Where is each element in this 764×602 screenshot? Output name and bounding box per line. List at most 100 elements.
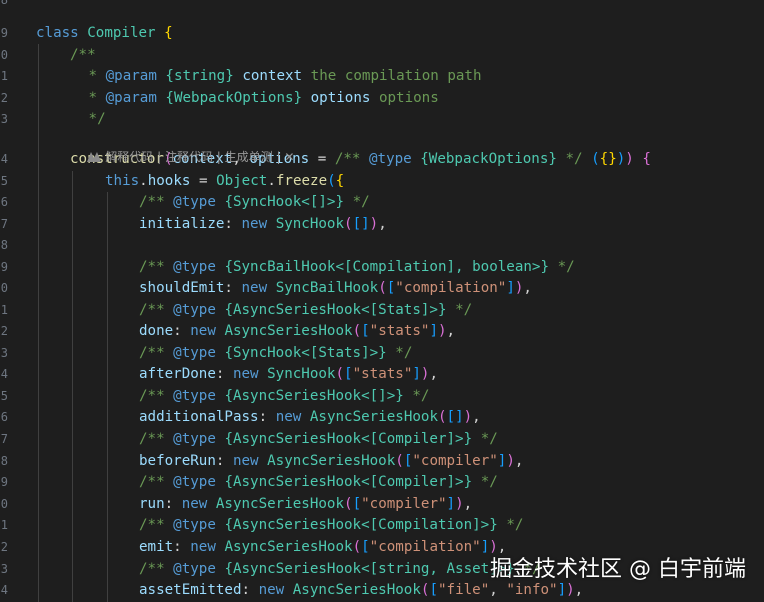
code-token: AsyncSeriesHook — [224, 323, 353, 339]
code-token: ) — [616, 151, 626, 167]
code-token: ] — [506, 280, 515, 296]
code-token: ( — [591, 151, 600, 167]
code-line[interactable]: initialize: new SyncHook([]), — [0, 213, 764, 235]
code-text: /** @type {SyncBailHook<[Compilation], b… — [139, 256, 575, 278]
code-token: ] — [446, 496, 456, 512]
code-line[interactable]: /** @type {AsyncSeriesHook<[Compilation]… — [0, 514, 764, 536]
code-token: [ — [429, 582, 438, 598]
code-token: /** — [334, 151, 369, 167]
code-token: {} — [599, 151, 617, 167]
code-token: [ — [352, 496, 362, 512]
code-line[interactable]: /** — [0, 44, 764, 66]
comment-code-link[interactable]: 注释代码 — [165, 150, 213, 164]
code-token: : — [215, 453, 233, 469]
code-token: beforeRun — [139, 453, 216, 469]
code-token: { — [642, 151, 651, 167]
code-token: @type — [173, 431, 216, 447]
code-line[interactable] — [0, 234, 764, 256]
generate-unit-test-link[interactable]: 生成单测 — [225, 150, 273, 164]
code-token: the compilation path — [302, 68, 482, 84]
code-token: @param — [105, 68, 157, 84]
code-token: , — [378, 216, 387, 232]
codelens-separator: | — [153, 150, 165, 164]
code-token: */ — [386, 345, 413, 361]
code-token: /** — [139, 302, 174, 318]
code-text: * @param {WebpackOptions} options option… — [80, 87, 439, 109]
code-line[interactable]: /** @type {AsyncSeriesHook<[Compiler]>} … — [0, 428, 764, 450]
code-token: : — [241, 582, 259, 598]
close-icon[interactable]: ✕ — [284, 150, 294, 164]
code-line[interactable]: /** @type {SyncHook<[]>} */ — [0, 191, 764, 213]
code-line[interactable]: * @param {WebpackOptions} options option… — [0, 87, 764, 109]
code-token: /** — [70, 47, 96, 63]
code-token: , — [472, 409, 481, 425]
code-token: { — [164, 25, 173, 41]
code-token: [ — [361, 539, 370, 555]
code-token: ) — [463, 409, 473, 425]
ai-codelens-bar: 解释代码 | 注释代码 | 生成单测 | ✕ — [72, 127, 294, 164]
code-token: */ — [344, 194, 370, 210]
code-token: : — [224, 216, 242, 232]
code-line[interactable]: /** @type {AsyncSeriesHook<[]>} */ — [0, 385, 764, 407]
code-token: /** — [139, 345, 174, 361]
code-token: "compilation" — [369, 539, 481, 555]
code-line[interactable]: done: new AsyncSeriesHook(["stats"]), — [0, 320, 764, 342]
code-token: : — [164, 496, 182, 512]
code-token: /** — [139, 388, 174, 404]
code-line[interactable]: this.hooks = Object.freeze({ — [0, 170, 764, 192]
code-text: * @param {string} context the compilatio… — [80, 65, 482, 87]
explain-code-link[interactable]: 解释代码 — [105, 150, 153, 164]
code-token: shouldEmit — [139, 280, 225, 296]
code-line[interactable]: /** @type {AsyncSeriesHook<[Compiler]>} … — [0, 471, 764, 493]
code-token: context — [242, 68, 303, 84]
code-line[interactable]: shouldEmit: new SyncBailHook(["compilati… — [0, 277, 764, 299]
code-token: [ — [361, 323, 370, 339]
code-token: ( — [327, 173, 336, 189]
code-token: */ — [497, 517, 524, 533]
code-line[interactable]: beforeRun: new AsyncSeriesHook(["compile… — [0, 450, 764, 472]
code-token: * — [80, 68, 106, 84]
code-token: AsyncSeriesHook — [215, 496, 345, 512]
code-text: shouldEmit: new SyncBailHook(["compilati… — [139, 277, 532, 299]
code-token: "compilation" — [395, 280, 507, 296]
code-line[interactable]: class Compiler { — [0, 22, 764, 44]
line-number: 8 — [0, 0, 8, 7]
code-token: {AsyncSeriesHook<[Compiler]>} — [224, 431, 473, 447]
code-line[interactable]: run: new AsyncSeriesHook(["compiler"]), — [0, 493, 764, 515]
code-line[interactable]: additionalPass: new AsyncSeriesHook([]), — [0, 406, 764, 428]
code-token: done — [139, 323, 174, 339]
code-token: @type — [173, 388, 216, 404]
code-token: @type — [173, 517, 216, 533]
code-text: /** @type {AsyncSeriesHook<[Compiler]>} … — [139, 471, 498, 493]
code-line[interactable]: /** @type {SyncHook<[Stats]>} */ — [0, 342, 764, 364]
code-token: */ — [80, 111, 106, 127]
code-token: ( — [437, 409, 447, 425]
codelens-logo-icon — [87, 152, 102, 162]
code-line[interactable]: /** @type {AsyncSeriesHook<[Stats]>} */ — [0, 299, 764, 321]
code-text: /** @type {AsyncSeriesHook<[string, Asse… — [139, 558, 540, 580]
code-token: /** — [139, 474, 174, 490]
code-line[interactable]: * @param {string} context the compilatio… — [0, 65, 764, 87]
code-token: options — [310, 90, 371, 106]
code-token: [] — [446, 409, 464, 425]
code-line[interactable]: afterDone: new SyncHook(["stats"]), — [0, 363, 764, 385]
code-token: . — [139, 173, 148, 189]
code-token: , — [523, 280, 532, 296]
code-token: options — [370, 90, 439, 106]
code-token: : — [224, 280, 242, 296]
code-line[interactable]: /** @type {SyncBailHook<[Compilation], b… — [0, 256, 764, 278]
code-editor[interactable]: 8 9 0 1 2 3 4 5 6 7 8 9 0 1 2 3 4 5 6 7 8 9 0 1 2 3 4 class Compile… — [0, 0, 764, 602]
code-token: */ — [472, 431, 498, 447]
line-number-row: 8 — [0, 0, 764, 11]
code-token: @type — [173, 302, 216, 318]
code-token: ) — [506, 453, 515, 469]
code-token: new — [232, 366, 268, 382]
code-text: additionalPass: new AsyncSeriesHook([]), — [139, 406, 481, 428]
code-text: done: new AsyncSeriesHook(["stats"]), — [139, 320, 455, 342]
code-token: ( — [378, 280, 387, 296]
code-token: ) — [438, 323, 447, 339]
code-token: AsyncSeriesHook — [309, 409, 438, 425]
code-text: beforeRun: new AsyncSeriesHook(["compile… — [139, 450, 523, 472]
code-text: /** @type {AsyncSeriesHook<[Stats]>} */ — [139, 299, 472, 321]
code-token: ) — [455, 496, 464, 512]
